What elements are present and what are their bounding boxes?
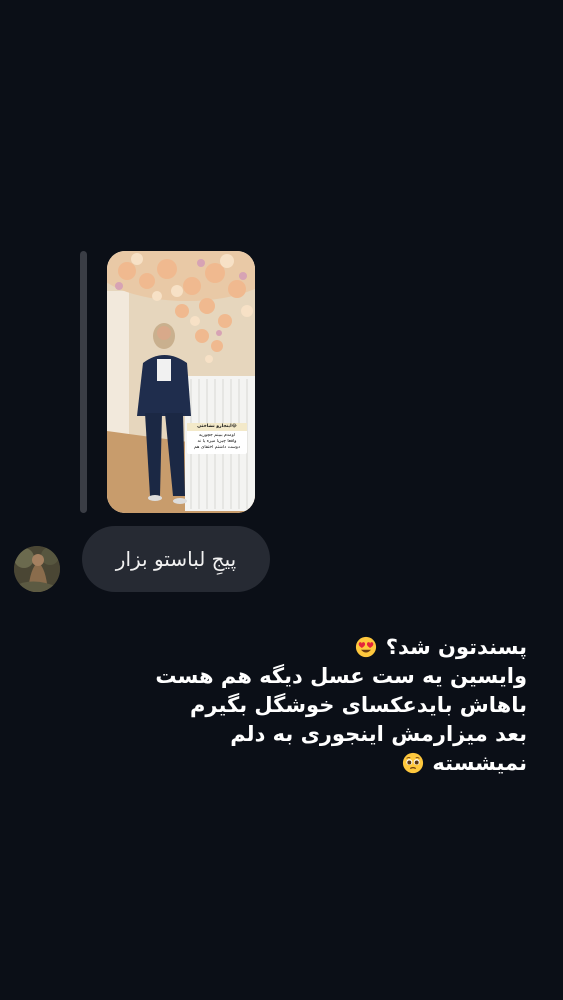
- message-line: بعد میزارمش اینجوری به دلم: [230, 722, 527, 746]
- message-text: پسندتون شد؟ وایسین یه ست عسل دیگه هم هست…: [107, 633, 527, 778]
- avatar-image: [14, 546, 60, 592]
- message-line: وایسین یه ست عسل دیگه هم هست: [155, 664, 527, 688]
- message-line: باهاش بایدعکسای خوشگل بگیرم: [189, 693, 527, 717]
- message-line: پسندتون شد؟: [385, 635, 527, 659]
- story-caption-sticker: اینجارو نشاختی😂 اومدم ببینم جچوریه واقعا…: [187, 423, 247, 454]
- reply-message-text: پیجِ لباستو بزار: [115, 547, 237, 571]
- message-line: نمیشسته: [432, 751, 527, 775]
- reply-message-bubble[interactable]: پیجِ لباستو بزار: [82, 526, 270, 592]
- pleading-face-emoji-icon: [403, 752, 424, 774]
- story-photo: [107, 251, 255, 513]
- reply-quote-bar: [80, 251, 87, 513]
- heart-eyes-emoji-icon: [356, 636, 377, 658]
- shared-story-thumbnail[interactable]: اینجارو نشاختی😂 اومدم ببینم جچوریه واقعا…: [107, 251, 255, 513]
- story-caption-line: اینجارو نشاختی😂: [187, 423, 247, 431]
- story-caption-line: دوست داشتم اختفای هم: [194, 445, 240, 450]
- avatar[interactable]: [14, 546, 60, 592]
